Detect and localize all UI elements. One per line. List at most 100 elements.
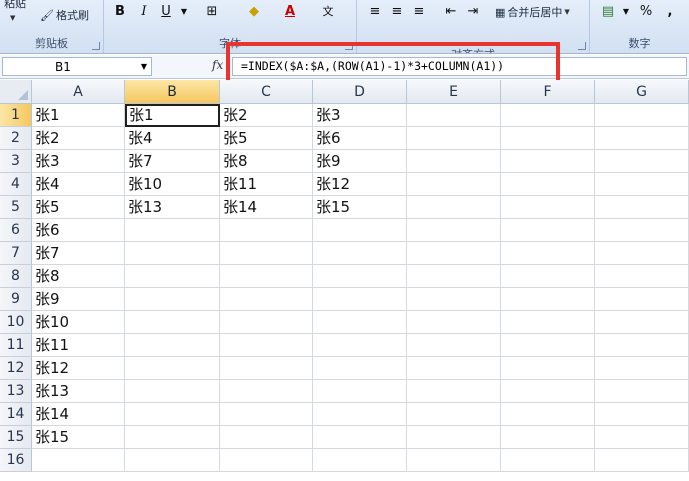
cell-b5[interactable]: 张13	[125, 196, 220, 219]
cell-c15[interactable]	[220, 426, 313, 449]
row-header-16[interactable]: 16	[0, 449, 32, 472]
cell-g11[interactable]	[595, 334, 689, 357]
cell-a10[interactable]: 张10	[32, 311, 125, 334]
fx-icon[interactable]: fx	[212, 58, 223, 72]
border-button[interactable]: ⊞	[202, 3, 222, 21]
cell-c16[interactable]	[220, 449, 313, 472]
cell-c14[interactable]	[220, 403, 313, 426]
cell-f7[interactable]	[501, 242, 595, 265]
cell-g10[interactable]	[595, 311, 689, 334]
merge-center-button[interactable]: ▦ 合并后居中 ▼	[495, 3, 570, 21]
cell-f13[interactable]	[501, 380, 595, 403]
cell-d10[interactable]	[313, 311, 407, 334]
cell-b3[interactable]: 张7	[125, 150, 220, 173]
column-header-e[interactable]: E	[407, 80, 501, 104]
name-box[interactable]: B1 ▼	[2, 57, 152, 76]
cell-d7[interactable]	[313, 242, 407, 265]
cell-a5[interactable]: 张5	[32, 196, 125, 219]
cell-a14[interactable]: 张14	[32, 403, 125, 426]
cell-c12[interactable]	[220, 357, 313, 380]
worksheet-grid[interactable]: A B C D E F G 1 张1 张1 张2 张3 2 张2 张4 张5 张6 3 张3 张7 张8 张9 4 张4 张10…	[0, 80, 689, 481]
cell-a13[interactable]: 张13	[32, 380, 125, 403]
cell-a11[interactable]: 张11	[32, 334, 125, 357]
cell-e5[interactable]	[407, 196, 501, 219]
cell-c9[interactable]	[220, 288, 313, 311]
cell-b11[interactable]	[125, 334, 220, 357]
cell-e7[interactable]	[407, 242, 501, 265]
cell-d4[interactable]: 张12	[313, 173, 407, 196]
cell-b14[interactable]	[125, 403, 220, 426]
cell-f8[interactable]	[501, 265, 595, 288]
cell-g8[interactable]	[595, 265, 689, 288]
cell-e3[interactable]	[407, 150, 501, 173]
underline-button[interactable]: U	[156, 3, 176, 21]
row-header-15[interactable]: 15	[0, 426, 32, 449]
cell-a3[interactable]: 张3	[32, 150, 125, 173]
cell-d3[interactable]: 张9	[313, 150, 407, 173]
cell-g1[interactable]	[595, 104, 689, 127]
cell-f1[interactable]	[501, 104, 595, 127]
cell-d1[interactable]: 张3	[313, 104, 407, 127]
cell-c10[interactable]	[220, 311, 313, 334]
cell-d13[interactable]	[313, 380, 407, 403]
cell-f11[interactable]	[501, 334, 595, 357]
cell-b15[interactable]	[125, 426, 220, 449]
column-header-f[interactable]: F	[501, 80, 595, 104]
cell-c4[interactable]: 张11	[220, 173, 313, 196]
phonetic-button[interactable]: 文	[318, 3, 338, 21]
cell-b13[interactable]	[125, 380, 220, 403]
cell-c7[interactable]	[220, 242, 313, 265]
cell-d12[interactable]	[313, 357, 407, 380]
cell-e14[interactable]	[407, 403, 501, 426]
cell-b2[interactable]: 张4	[125, 127, 220, 150]
cell-b8[interactable]	[125, 265, 220, 288]
cell-g7[interactable]	[595, 242, 689, 265]
font-color-button[interactable]: A	[280, 3, 300, 21]
cell-g16[interactable]	[595, 449, 689, 472]
cell-e1[interactable]	[407, 104, 501, 127]
cell-b9[interactable]	[125, 288, 220, 311]
cell-g5[interactable]	[595, 196, 689, 219]
cell-f2[interactable]	[501, 127, 595, 150]
cell-a2[interactable]: 张2	[32, 127, 125, 150]
cell-a16[interactable]	[32, 449, 125, 472]
column-header-a[interactable]: A	[32, 80, 125, 104]
row-header-12[interactable]: 12	[0, 357, 32, 380]
column-header-b[interactable]: B	[125, 80, 220, 104]
currency-button[interactable]: ▤	[598, 3, 618, 21]
cell-f10[interactable]	[501, 311, 595, 334]
cell-b4[interactable]: 张10	[125, 173, 220, 196]
cell-d11[interactable]	[313, 334, 407, 357]
cell-a7[interactable]: 张7	[32, 242, 125, 265]
cell-f4[interactable]	[501, 173, 595, 196]
row-header-2[interactable]: 2	[0, 127, 32, 150]
cell-g13[interactable]	[595, 380, 689, 403]
bold-button[interactable]: B	[110, 3, 130, 21]
cell-b12[interactable]	[125, 357, 220, 380]
cell-e11[interactable]	[407, 334, 501, 357]
cell-f5[interactable]	[501, 196, 595, 219]
row-header-5[interactable]: 5	[0, 196, 32, 219]
row-header-1[interactable]: 1	[0, 104, 32, 127]
cell-d14[interactable]	[313, 403, 407, 426]
clipboard-launcher-icon[interactable]	[92, 42, 100, 50]
cell-a8[interactable]: 张8	[32, 265, 125, 288]
comma-button[interactable]: ,	[660, 3, 680, 21]
cell-g9[interactable]	[595, 288, 689, 311]
cell-c13[interactable]	[220, 380, 313, 403]
cell-b7[interactable]	[125, 242, 220, 265]
row-header-4[interactable]: 4	[0, 173, 32, 196]
cell-e6[interactable]	[407, 219, 501, 242]
cell-b10[interactable]	[125, 311, 220, 334]
cell-e4[interactable]	[407, 173, 501, 196]
row-header-9[interactable]: 9	[0, 288, 32, 311]
row-header-3[interactable]: 3	[0, 150, 32, 173]
currency-dropdown[interactable]: ▼	[616, 3, 636, 21]
row-header-8[interactable]: 8	[0, 265, 32, 288]
align-right-button[interactable]: ≡	[409, 3, 429, 21]
cell-a15[interactable]: 张15	[32, 426, 125, 449]
cell-b16[interactable]	[125, 449, 220, 472]
fill-color-button[interactable]: ◆	[244, 3, 264, 21]
cell-e10[interactable]	[407, 311, 501, 334]
column-header-d[interactable]: D	[313, 80, 407, 104]
